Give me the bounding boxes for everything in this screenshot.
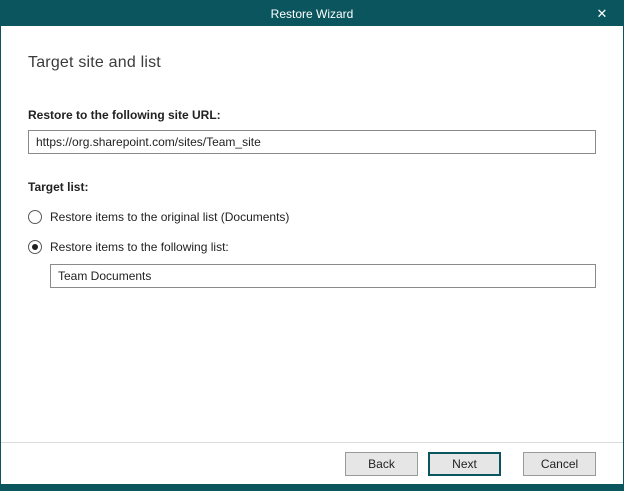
site-url-label: Restore to the following site URL: [28, 108, 596, 122]
cancel-button[interactable]: Cancel [523, 452, 596, 476]
page-title: Target site and list [28, 54, 596, 72]
wizard-footer: Back Next Cancel [1, 442, 623, 484]
window-title: Restore Wizard [271, 7, 354, 21]
radio-original-list-circle[interactable] [28, 210, 42, 224]
back-button[interactable]: Back [345, 452, 418, 476]
radio-following-list[interactable]: Restore items to the following list: [28, 240, 596, 254]
target-list-label: Target list: [28, 180, 596, 194]
next-button[interactable]: Next [428, 452, 501, 476]
list-name-field-wrap [50, 264, 596, 288]
radio-original-list-label: Restore items to the original list (Docu… [50, 210, 289, 224]
radio-following-list-circle[interactable] [28, 240, 42, 254]
list-name-input[interactable] [50, 264, 596, 288]
titlebar[interactable]: Restore Wizard ✕ [1, 1, 623, 26]
site-url-input[interactable] [28, 130, 596, 154]
wizard-content: Target site and list Restore to the foll… [1, 26, 623, 288]
close-icon[interactable]: ✕ [581, 1, 623, 26]
radio-following-list-label: Restore items to the following list: [50, 240, 229, 254]
window-bottom-border [1, 484, 623, 490]
restore-wizard-window: Restore Wizard ✕ Target site and list Re… [0, 0, 624, 491]
radio-original-list[interactable]: Restore items to the original list (Docu… [28, 210, 596, 224]
